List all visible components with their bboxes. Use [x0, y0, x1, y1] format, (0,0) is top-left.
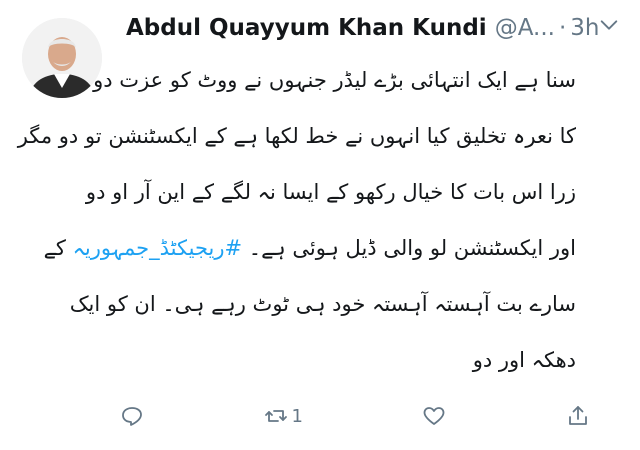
separator-dot: · — [558, 15, 567, 41]
tweet-actions: 1 — [120, 398, 590, 434]
retweet-icon — [264, 410, 287, 422]
tweet-line: دھکہ اور دو — [472, 348, 576, 372]
tweet-line: سنا ہے ایک انتہائی بڑے لیڈر جنہوں نے ووٹ… — [93, 68, 576, 92]
hashtag-link[interactable]: #ریجیکٹڈ_جمہوریہ — [73, 236, 243, 260]
tweet-text-segment: اور ایکسٹنشن لو والی ڈیل ہوئی — [292, 236, 576, 260]
tweet-line: اور ایکسٹنشن لو والی ڈیل ہوئی ہے۔ #ریجیک… — [44, 220, 576, 276]
share-button[interactable] — [566, 404, 590, 428]
tweet-line: زرا اس بات کا خیال رکھو کے ایسا نہ لگے ک… — [85, 180, 576, 204]
timestamp[interactable]: 3h — [570, 15, 599, 41]
retweet-button[interactable]: 1 — [264, 404, 303, 428]
display-name[interactable]: Abdul Quayyum Khan Kundi — [126, 15, 487, 41]
tweet-text-segment: کے — [43, 236, 66, 260]
chevron-down-icon[interactable] — [598, 14, 620, 36]
retweet-count: 1 — [291, 405, 303, 427]
share-icon — [569, 406, 587, 425]
tweet-text: سنا ہے ایک انتہائی بڑے لیڈر جنہوں نے ووٹ… — [17, 52, 576, 388]
heart-icon — [424, 407, 445, 425]
profile-photo — [22, 18, 102, 98]
tweet-line: کا نعرہ تخلیق کیا انہوں نے خط لکھا ہے کے… — [17, 124, 576, 148]
tweet-line: سارے بت آہستہ آہستہ خود ہی ٹوٹ رہے ہی۔ ا… — [69, 292, 576, 316]
like-button[interactable] — [422, 404, 446, 428]
reply-icon — [122, 407, 142, 426]
user-handle[interactable]: @A... — [495, 15, 555, 41]
tweet-text-segment: ہے۔ — [248, 236, 286, 260]
avatar[interactable] — [22, 18, 102, 98]
tweet-header: Abdul Quayyum Khan Kundi @A... · 3h — [126, 10, 606, 46]
reply-button[interactable] — [120, 404, 144, 428]
